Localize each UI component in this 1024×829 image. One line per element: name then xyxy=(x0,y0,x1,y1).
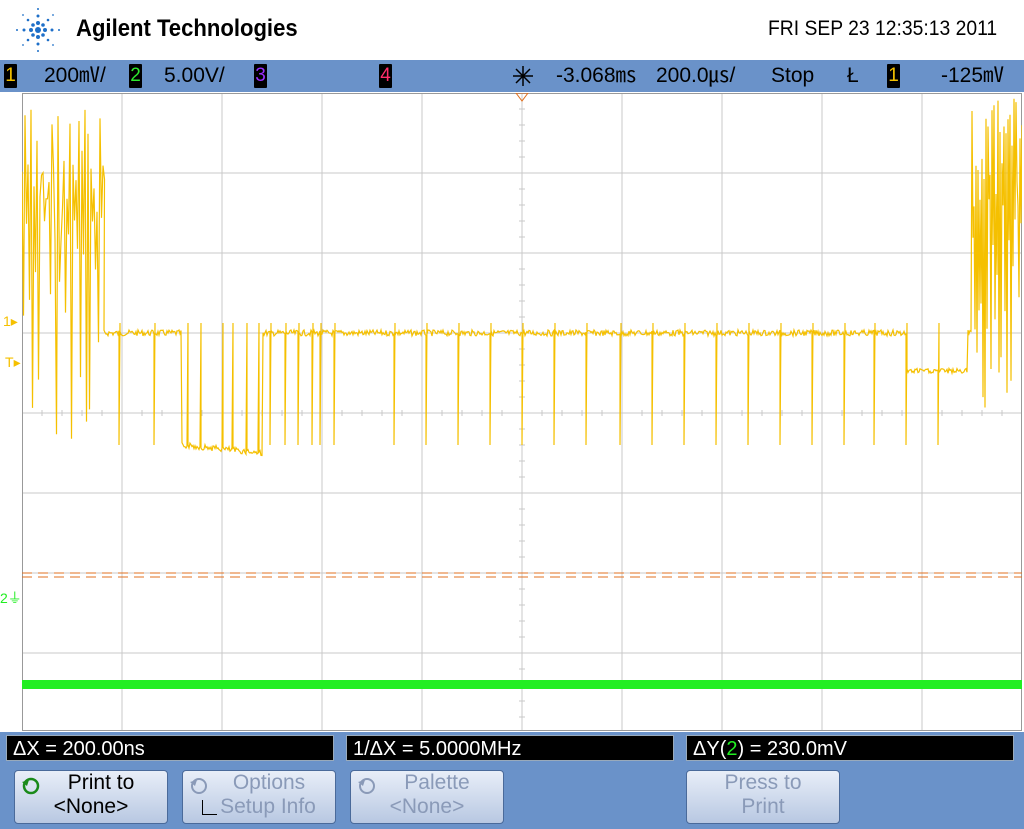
press-to-print-softkey[interactable]: Press to Print xyxy=(686,770,840,824)
channel-1-badge[interactable]: 1 xyxy=(4,64,17,88)
ground-arrow-icon: ⏚ xyxy=(7,590,22,606)
run-state[interactable]: Stop xyxy=(771,63,814,89)
print-to-softkey[interactable]: Print to <None> xyxy=(14,770,168,824)
trigger-slope-icon: Ł xyxy=(847,64,859,87)
status-bar: 1 200㎷/ 2 5.00V/ 3 4 -3.068㎳ 200.0㎲/ Sto… xyxy=(0,60,1024,92)
delta-y-suffix: ) = 230.0mV xyxy=(737,738,847,760)
channel-2-ground-label: 2 xyxy=(0,590,8,606)
trigger-marker-label: T xyxy=(5,354,14,370)
options-softkey[interactable]: Options Setup Info xyxy=(182,770,336,824)
channel-1-scale: 200㎷/ xyxy=(44,64,106,87)
brand-header: Agilent Technologies FRI SEP 23 12:35:13… xyxy=(0,0,1024,60)
datetime: FRI SEP 23 12:35:13 2011 xyxy=(768,17,998,40)
ground-arrow-icon: ▸ xyxy=(10,313,18,329)
palette-value: <None> xyxy=(389,795,465,818)
trigger-source-badge[interactable]: 1 xyxy=(887,64,900,88)
softkey-bar: ΔX = 200.00ns 1/ΔX = 5.0000MHz ΔY(2) = 2… xyxy=(0,732,1024,829)
agilent-spark-logo-icon xyxy=(16,8,60,52)
delay-value: -3.068㎳ xyxy=(556,64,637,87)
delta-y-readout: ΔY(2) = 230.0mV xyxy=(686,735,1014,761)
channel-4-badge[interactable]: 4 xyxy=(379,64,392,88)
palette-softkey[interactable]: Palette <None> xyxy=(350,770,504,824)
channel-1-ground-label: 1 xyxy=(3,313,11,329)
delta-y-channel: 2 xyxy=(726,738,738,760)
brand-name: Agilent Technologies xyxy=(76,15,298,42)
channel-2-trace xyxy=(22,680,1022,689)
channel-1-ground-marker: 1▸ xyxy=(3,313,18,330)
trigger-level: -125㎷ xyxy=(941,64,1005,87)
channel-2-scale: 5.00V/ xyxy=(164,64,225,87)
waveform-svg xyxy=(21,92,1024,734)
channel-3-badge[interactable]: 3 xyxy=(254,64,267,88)
print-label: Print xyxy=(741,795,785,818)
channel-2-badge[interactable]: 2 xyxy=(129,64,142,88)
marker-gutter xyxy=(0,92,22,732)
rotate-entry-icon xyxy=(190,778,207,794)
delay-icon xyxy=(510,64,536,95)
checkbox-icon[interactable] xyxy=(202,800,218,815)
setup-info-label: Setup Info xyxy=(220,795,316,818)
delta-y-prefix: ΔY( xyxy=(693,738,727,760)
print-to-value: <None> xyxy=(53,795,129,818)
press-to-label: Press to xyxy=(724,771,802,794)
channel-2-ground-marker: 2⏚ xyxy=(0,588,22,608)
delta-x-readout: ΔX = 200.00ns xyxy=(6,735,334,761)
inverse-delta-x-readout: 1/ΔX = 5.0000MHz xyxy=(346,735,674,761)
waveform-display xyxy=(21,92,1024,734)
rotate-entry-icon xyxy=(358,778,375,794)
timebase-scale: 200.0㎲/ xyxy=(656,64,736,87)
trigger-level-marker: T▸ xyxy=(5,354,21,371)
trigger-arrow-icon: ▸ xyxy=(13,354,21,370)
rotate-entry-icon xyxy=(22,777,40,795)
